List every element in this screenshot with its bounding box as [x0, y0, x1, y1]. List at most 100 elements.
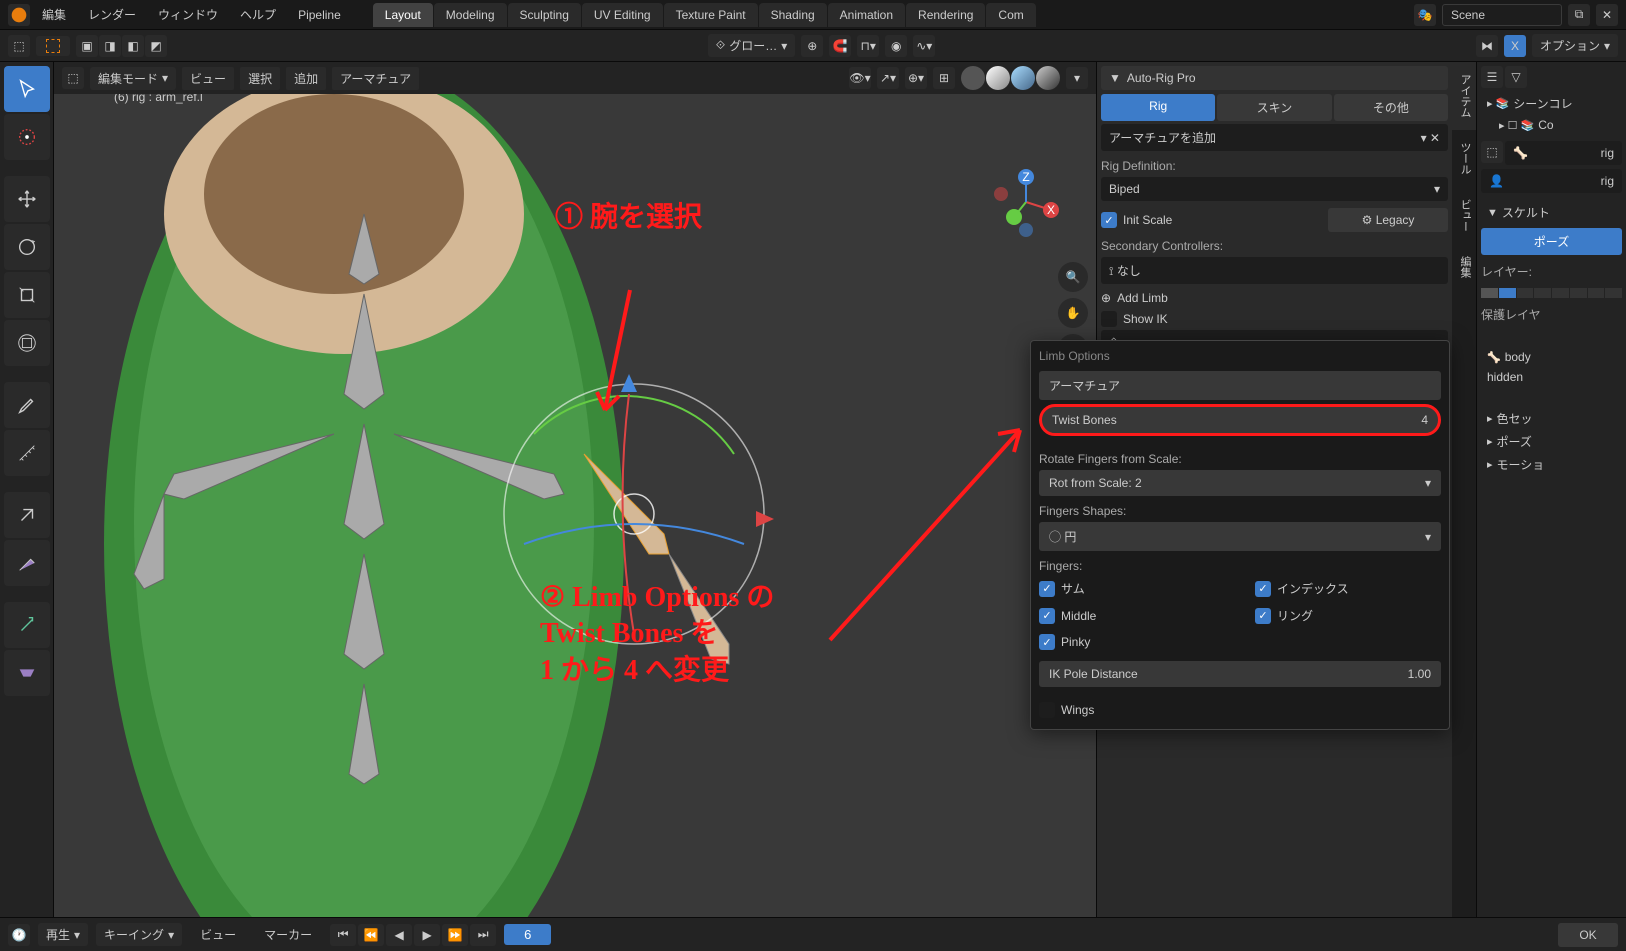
legacy-button[interactable]: ⚙ Legacy: [1328, 208, 1448, 232]
collection-row[interactable]: ▸ ☐ 📚 Co: [1481, 115, 1622, 135]
tab-modeling[interactable]: Modeling: [434, 3, 507, 27]
init-scale-checkbox[interactable]: [1101, 212, 1117, 228]
skeleton-header[interactable]: ▼ スケルト: [1481, 201, 1622, 224]
tab-rendering[interactable]: Rendering: [906, 3, 985, 27]
mirror-button[interactable]: ⧓: [1476, 35, 1498, 57]
rig-def-dropdown[interactable]: Biped▾: [1101, 177, 1448, 201]
layer-grid[interactable]: [1481, 288, 1622, 298]
add-limb-button[interactable]: Add Limb: [1117, 291, 1168, 305]
pinky-checkbox[interactable]: [1039, 634, 1055, 650]
motion-row[interactable]: ▸ モーショ: [1481, 453, 1622, 476]
play-reverse-button[interactable]: ◀: [386, 924, 412, 946]
outliner-type-icon[interactable]: ☰: [1481, 66, 1503, 88]
add-menu[interactable]: 追加: [286, 67, 326, 90]
gizmo-toggle[interactable]: ↗▾: [877, 67, 899, 89]
scale-tool[interactable]: [4, 272, 50, 318]
misc-tab[interactable]: その他: [1334, 94, 1448, 121]
tab-sculpting[interactable]: Sculpting: [508, 3, 581, 27]
transform-tool[interactable]: [4, 320, 50, 366]
tab-texture[interactable]: Texture Paint: [664, 3, 758, 27]
ok-button[interactable]: OK: [1558, 923, 1618, 947]
matcap-shading[interactable]: [1011, 66, 1035, 90]
secondary-ctrl-dropdown[interactable]: ⟟ なし: [1101, 257, 1448, 284]
viewport-3d[interactable]: ⬚ 編集モード▾ ビュー 選択 追加 アーマチュア 👁▾ ↗▾ ⊕▾ ⊞ ▾: [54, 62, 1096, 917]
edit-tab[interactable]: 編集: [1452, 244, 1476, 290]
select-mode-2[interactable]: ◨: [99, 35, 121, 57]
pan-button[interactable]: ✋: [1058, 298, 1088, 328]
menu-render[interactable]: レンダー: [78, 2, 146, 27]
view-menu[interactable]: ビュー: [182, 67, 234, 90]
rotate-tool[interactable]: [4, 224, 50, 270]
snap-button[interactable]: 🧲: [829, 35, 851, 57]
item-tab[interactable]: アイテム: [1452, 62, 1476, 130]
keying-menu[interactable]: キーイング ▾: [96, 923, 182, 946]
tab-shading[interactable]: Shading: [759, 3, 827, 27]
proportional-edit[interactable]: ◉: [885, 35, 907, 57]
wireframe-shading[interactable]: [961, 66, 985, 90]
twist-bones-field[interactable]: Twist Bones 4: [1039, 404, 1441, 436]
pose-row[interactable]: ▸ ポーズ: [1481, 430, 1622, 453]
ik-pole-field[interactable]: IK Pole Distance 1.00: [1039, 661, 1441, 687]
extrude-tool[interactable]: [4, 602, 50, 648]
tab-compositing[interactable]: Com: [986, 3, 1035, 27]
zoom-button[interactable]: 🔍: [1058, 262, 1088, 292]
skin-tab[interactable]: スキン: [1217, 94, 1331, 121]
shading-options[interactable]: ▾: [1066, 67, 1088, 89]
armature-field[interactable]: アーマチュア: [1039, 371, 1441, 400]
blender-icon[interactable]: [8, 4, 30, 26]
select-mode-3[interactable]: ◧: [122, 35, 144, 57]
view-tab[interactable]: ビュー: [1452, 187, 1476, 244]
transform-orientation[interactable]: ⟐グロー…▾: [708, 34, 796, 57]
timeline-editor-icon[interactable]: 🕐: [8, 924, 30, 946]
tab-uv[interactable]: UV Editing: [582, 3, 663, 27]
armature-menu[interactable]: アーマチュア: [332, 67, 419, 90]
pose-button[interactable]: ポーズ: [1481, 228, 1622, 255]
prev-keyframe-button[interactable]: ⏪: [358, 924, 384, 946]
finger-shape-dropdown[interactable]: ◯ 円▾: [1039, 522, 1441, 551]
next-keyframe-button[interactable]: ⏩: [442, 924, 468, 946]
snap-options[interactable]: ⊓▾: [857, 35, 879, 57]
tool-tab[interactable]: ツール: [1452, 130, 1476, 187]
select-menu[interactable]: 選択: [240, 67, 280, 90]
measure-tool[interactable]: [4, 430, 50, 476]
middle-checkbox[interactable]: [1039, 608, 1055, 624]
axis-gizmo[interactable]: X Z: [986, 162, 1066, 242]
new-scene-button[interactable]: ⧉: [1568, 4, 1590, 26]
jump-end-button[interactable]: ⏭: [470, 924, 496, 946]
menu-edit[interactable]: 編集: [32, 2, 76, 27]
view-menu-timeline[interactable]: ビュー: [190, 922, 246, 947]
play-button[interactable]: ▶: [414, 924, 440, 946]
wings-checkbox[interactable]: [1039, 702, 1055, 718]
arp-panel-header[interactable]: ▼ Auto-Rig Pro: [1101, 66, 1448, 90]
bone-size-tool[interactable]: [4, 540, 50, 586]
menu-window[interactable]: ウィンドウ: [148, 2, 228, 27]
pivot-button[interactable]: ⊕: [801, 35, 823, 57]
hidden-row[interactable]: hidden: [1481, 367, 1622, 387]
tab-animation[interactable]: Animation: [828, 3, 905, 27]
add-armature-dropdown[interactable]: アーマチュアを追加▾ ✕: [1101, 124, 1448, 151]
thumb-checkbox[interactable]: [1039, 581, 1055, 597]
index-checkbox[interactable]: [1255, 581, 1271, 597]
menu-pipeline[interactable]: Pipeline: [288, 4, 351, 26]
current-frame-input[interactable]: 6: [504, 924, 551, 945]
playback-menu[interactable]: 再生 ▾: [38, 923, 88, 946]
x-mirror-button[interactable]: X: [1504, 35, 1526, 57]
properties-type-icon[interactable]: ⬚: [1481, 141, 1503, 163]
delete-scene-button[interactable]: ✕: [1596, 4, 1618, 26]
cursor-tool-button[interactable]: [36, 36, 70, 56]
select-mode-1[interactable]: ▣: [76, 35, 98, 57]
cursor-tool[interactable]: [4, 114, 50, 160]
menu-help[interactable]: ヘルプ: [230, 2, 286, 27]
shear-tool[interactable]: [4, 650, 50, 696]
view-selected-icon[interactable]: 👁▾: [849, 67, 871, 89]
scene-icon[interactable]: 🎭: [1414, 4, 1436, 26]
colorset-row[interactable]: ▸ 色セッ: [1481, 407, 1622, 430]
scene-collection-row[interactable]: ▸ 📚 シーンコレ: [1481, 92, 1622, 115]
select-mode-4[interactable]: ◩: [145, 35, 167, 57]
overlay-toggle[interactable]: ⊕▾: [905, 67, 927, 89]
rot-from-scale-dropdown[interactable]: Rot from Scale: 2▾: [1039, 470, 1441, 496]
rig-tab[interactable]: Rig: [1101, 94, 1215, 121]
outliner-filter-icon[interactable]: ▽: [1505, 66, 1527, 88]
options-dropdown[interactable]: オプション▾: [1532, 34, 1618, 57]
ring-checkbox[interactable]: [1255, 608, 1271, 624]
